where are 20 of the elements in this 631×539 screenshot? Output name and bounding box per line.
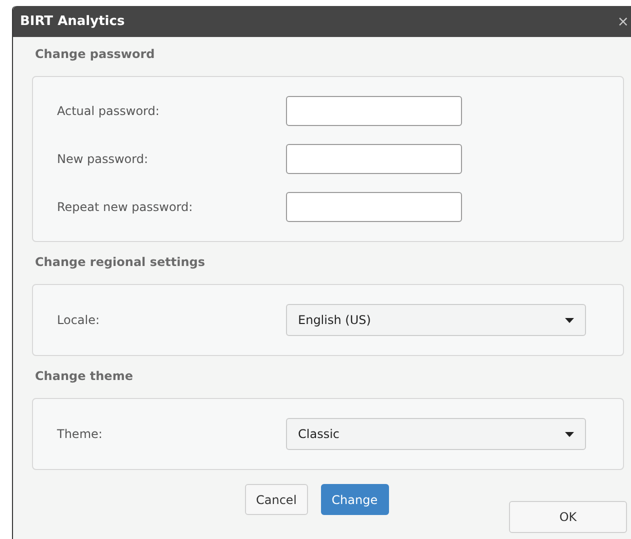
password-field[interactable] xyxy=(286,144,462,174)
field-label: Theme: xyxy=(56,427,104,441)
close-button[interactable]: × xyxy=(617,14,629,30)
section-heading: Change regional settings xyxy=(35,254,206,271)
field-label: Repeat new password: xyxy=(56,200,194,214)
caret-icon xyxy=(565,432,574,436)
caret-icon xyxy=(565,318,574,322)
dropdown[interactable]: English (US) xyxy=(286,304,586,336)
window-title: BIRT Analytics xyxy=(19,14,125,29)
field-label: Locale: xyxy=(56,313,101,327)
field-label: New password: xyxy=(56,152,150,166)
ok-button[interactable]: OK xyxy=(509,501,627,533)
password-field[interactable] xyxy=(286,192,462,222)
dropdown[interactable]: Classic xyxy=(286,418,586,450)
field-label: Actual password: xyxy=(56,104,160,118)
change-button[interactable]: Change xyxy=(320,484,389,515)
section-heading: Change password xyxy=(35,46,156,63)
cancel-button[interactable]: Cancel xyxy=(245,484,308,515)
password-field[interactable] xyxy=(286,96,462,126)
section-heading: Change theme xyxy=(35,368,134,385)
